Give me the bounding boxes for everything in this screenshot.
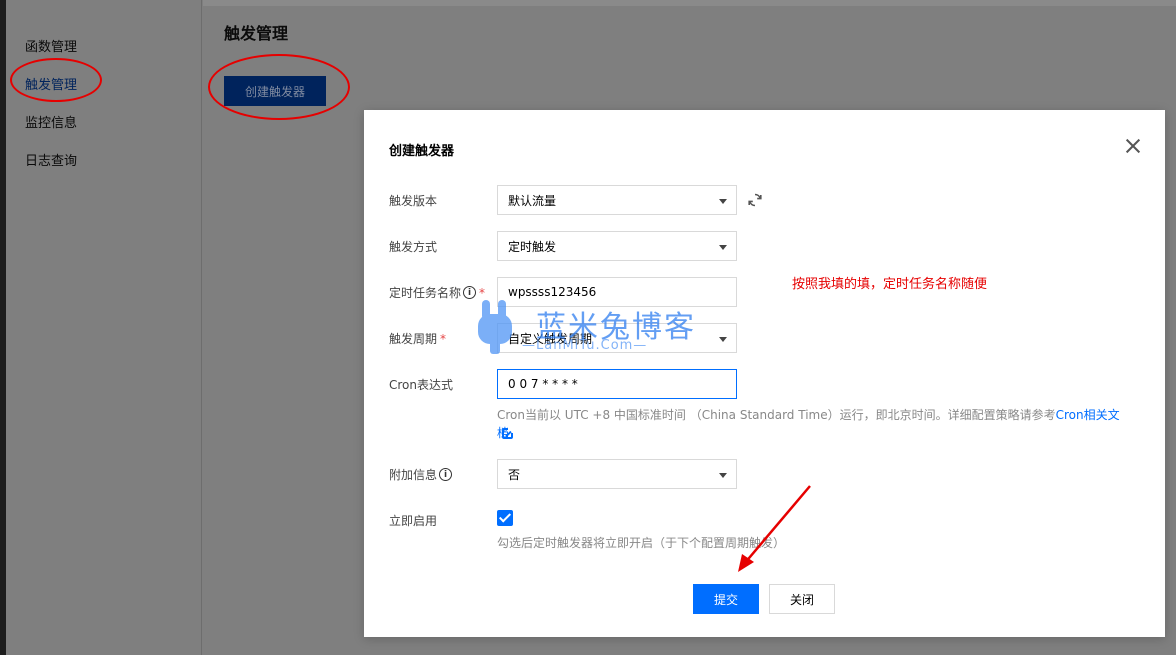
cron-value: 0 0 7 * * * *: [508, 377, 578, 391]
watermark-rabbit-icon: [478, 300, 512, 354]
period-label-text: 触发周期: [389, 332, 438, 346]
extra-select-value: 否: [508, 467, 521, 482]
sidebar-item-logs[interactable]: 日志查询: [25, 150, 77, 169]
annotation-circle-create-button: [208, 54, 350, 120]
watermark: 蓝米兔博客 —LanMiTu.Com—: [478, 300, 708, 360]
version-select-value: 默认流量: [508, 193, 557, 208]
method-select[interactable]: 定时触发: [497, 231, 737, 261]
watermark-text-en: —LanMiTu.Com—: [522, 338, 648, 353]
task-name-value: wpssss123456: [508, 285, 597, 299]
enable-checkbox[interactable]: [497, 510, 513, 526]
annotation-note: 按照我填的填，定时任务名称随便: [792, 277, 988, 292]
page-title: 触发管理: [224, 24, 289, 43]
extra-label: 附加信息 i: [389, 466, 453, 483]
info-icon[interactable]: i: [439, 468, 453, 481]
cron-input[interactable]: 0 0 7 * * * *: [497, 369, 737, 399]
method-label: 触发方式: [389, 238, 437, 255]
method-label-text: 触发方式: [389, 240, 438, 254]
extra-label-text: 附加信息: [389, 468, 438, 482]
dialog-title: 创建触发器: [389, 144, 455, 159]
cron-hint-text: Cron当前以 UTC +8 中国标准时间 （China Standard Ti…: [497, 408, 1056, 422]
refresh-icon[interactable]: [747, 192, 763, 208]
method-select-value: 定时触发: [508, 239, 557, 254]
sidebar-item-functions[interactable]: 函数管理: [25, 36, 77, 55]
annotation-arrow: [738, 485, 811, 572]
info-icon[interactable]: i: [463, 286, 477, 299]
external-link-icon[interactable]: [502, 427, 514, 439]
main-top-bar: [203, 0, 1176, 6]
cron-label-text: Cron表达式: [389, 378, 453, 392]
cron-label: Cron表达式: [389, 376, 453, 393]
task-name-label: 定时任务名称 i *: [389, 284, 485, 301]
enable-label-text: 立即启用: [389, 514, 438, 528]
extra-select[interactable]: 否: [497, 459, 737, 489]
close-button[interactable]: 关闭: [769, 584, 835, 614]
version-label-text: 触发版本: [389, 194, 438, 208]
required-asterisk: *: [440, 331, 447, 346]
task-name-label-text: 定时任务名称: [389, 286, 462, 300]
sidebar-item-monitoring[interactable]: 监控信息: [25, 112, 77, 131]
close-icon[interactable]: [1125, 138, 1141, 154]
annotation-circle-sidebar: [10, 58, 102, 102]
period-label: 触发周期 *: [389, 330, 446, 347]
cron-hint: Cron当前以 UTC +8 中国标准时间 （China Standard Ti…: [497, 406, 1127, 442]
required-asterisk: *: [479, 285, 486, 300]
version-label: 触发版本: [389, 192, 437, 209]
enable-label: 立即启用: [389, 512, 437, 529]
submit-button[interactable]: 提交: [693, 584, 759, 614]
version-select[interactable]: 默认流量: [497, 185, 737, 215]
